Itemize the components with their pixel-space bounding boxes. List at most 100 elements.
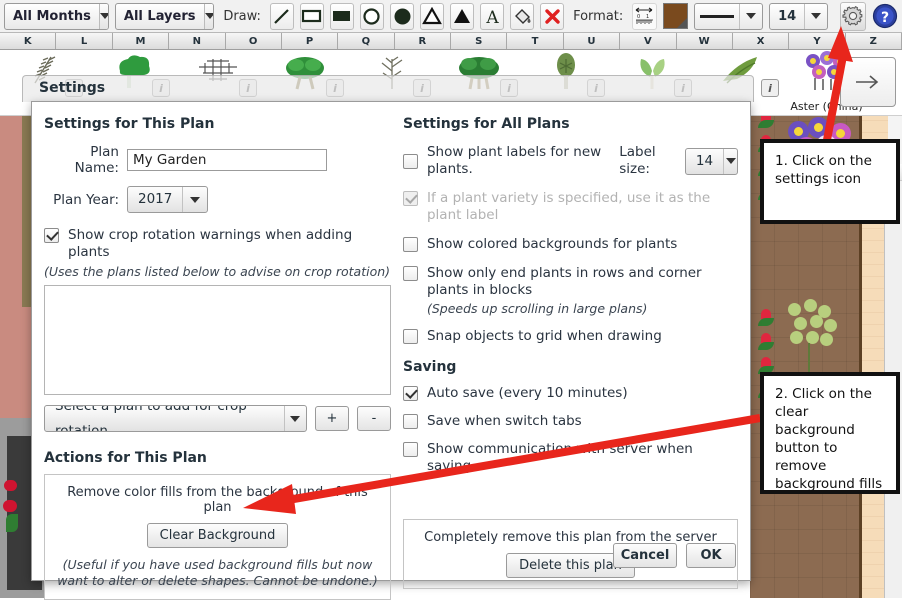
chevron-down-icon	[190, 196, 201, 203]
label-size-arrow[interactable]	[723, 148, 737, 174]
cancel-button[interactable]: Cancel	[613, 543, 677, 568]
ok-button[interactable]: OK	[686, 543, 736, 568]
chevron-down-icon	[725, 158, 736, 164]
fill-bucket-tool-button[interactable]	[510, 2, 535, 30]
show-communication-checkbox[interactable]	[402, 442, 418, 457]
snap-grid-row[interactable]: Snap objects to grid when drawing	[402, 328, 738, 345]
snap-grid-label: Snap objects to grid when drawing	[426, 328, 662, 344]
plan-year-select[interactable]: 2017	[127, 186, 209, 213]
settings-gear-button[interactable]	[840, 1, 866, 31]
svg-text:A: A	[485, 8, 499, 26]
svg-text:0: 0	[637, 14, 640, 20]
garden-planner-app: i i i i i i i	[0, 0, 902, 600]
months-filter-arrow[interactable]	[98, 3, 108, 29]
saving-heading: Saving	[402, 359, 457, 375]
chevron-down-icon	[811, 13, 822, 19]
circle-filled-tool-button[interactable]	[390, 2, 415, 30]
chevron-down-icon	[99, 13, 108, 19]
add-plan-value: Select a plan to add for crop rotation	[55, 405, 247, 432]
ruler-column: Z	[845, 33, 902, 49]
red-flower-cluster	[2, 478, 32, 538]
triangle-outline-tool-button[interactable]	[420, 2, 445, 30]
months-filter-select[interactable]: All Months	[4, 2, 109, 30]
text-a-icon: A	[485, 8, 499, 26]
autosave-label: Auto save (every 10 minutes)	[426, 385, 628, 401]
crop-rotation-checkbox[interactable]	[44, 228, 59, 243]
fill-color-swatch[interactable]	[663, 3, 689, 29]
end-plants-hint: (Speeds up scrolling in large plans)	[426, 301, 648, 316]
show-labels-label: Show plant labels for new plants.	[426, 144, 602, 177]
line-width-arrow[interactable]	[739, 3, 762, 29]
remove-plan-button[interactable]: -	[356, 406, 391, 431]
clear-background-note: (Useful if you have used background fill…	[57, 557, 378, 588]
palette-next-button[interactable]	[840, 57, 896, 107]
crop-rotation-row[interactable]: Show crop rotation warnings when adding …	[44, 227, 391, 261]
clear-background-button[interactable]: Clear Background	[146, 523, 289, 548]
plan-year-row: Plan Year: 2017	[44, 186, 391, 213]
rectangle-outline-tool-button[interactable]	[299, 2, 324, 30]
ruler-column: P	[281, 33, 339, 49]
triangle-filled-tool-button[interactable]	[450, 2, 475, 30]
colored-backgrounds-row[interactable]: Show colored backgrounds for plants	[402, 236, 738, 253]
ruler-column: R	[394, 33, 451, 49]
show-labels-checkbox[interactable]	[402, 154, 418, 169]
chevron-down-icon	[290, 415, 301, 422]
delete-tool-button[interactable]	[540, 2, 565, 30]
line-icon	[274, 8, 290, 24]
ruler-column: V	[620, 33, 677, 49]
show-communication-row[interactable]: Show communication with server when savi…	[402, 441, 738, 475]
plan-year-label: Plan Year:	[53, 191, 119, 208]
circle-outline-icon	[363, 7, 381, 25]
next-page-arrow-icon	[856, 75, 879, 89]
layers-filter-arrow[interactable]	[203, 3, 214, 29]
add-plan-select[interactable]: Select a plan to add for crop rotation	[44, 405, 307, 432]
callout-step-1: 1. Click on the settings icon	[760, 139, 900, 224]
layers-filter-select[interactable]: All Layers	[114, 2, 215, 30]
rectangle-filled-tool-button[interactable]	[329, 2, 354, 30]
autosave-row[interactable]: Auto save (every 10 minutes)	[402, 385, 738, 402]
font-size-arrow[interactable]	[804, 3, 827, 29]
plan-name-label: Plan Name:	[74, 144, 119, 176]
circle-outline-tool-button[interactable]	[359, 2, 384, 30]
settings-dialog-tab: Settings	[22, 75, 754, 102]
ruler-column: T	[507, 33, 564, 49]
save-switch-tabs-row[interactable]: Save when switch tabs	[402, 413, 738, 430]
line-width-select[interactable]	[694, 2, 764, 30]
end-plants-checkbox[interactable]	[402, 266, 418, 281]
dialog-footer: Cancel OK	[613, 543, 736, 568]
font-size-value: 14	[778, 8, 797, 24]
circle-filled-icon	[394, 8, 410, 24]
add-plan-arrow[interactable]	[283, 406, 306, 431]
svg-text:?: ?	[881, 10, 889, 26]
label-size-select[interactable]: 14	[684, 147, 738, 175]
crop-rotation-label: Show crop rotation warnings when adding …	[68, 227, 353, 260]
measure-tool-button[interactable]: 01	[632, 2, 658, 30]
main-toolbar: All Months All Layers Draw: A Format: 0 …	[0, 0, 902, 33]
plan-name-input[interactable]	[127, 149, 327, 171]
callout-step-1-text: 1. Click on the settings icon	[775, 153, 872, 187]
snap-grid-checkbox[interactable]	[402, 329, 418, 344]
ruler-column: Q	[338, 33, 395, 49]
save-switch-tabs-checkbox[interactable]	[402, 414, 418, 429]
autosave-checkbox[interactable]	[402, 386, 418, 401]
show-labels-row[interactable]: Show plant labels for new plants. Label …	[402, 144, 738, 178]
save-switch-tabs-label: Save when switch tabs	[426, 413, 582, 429]
label-size-label: Label size:	[619, 144, 656, 177]
settings-this-plan-heading: Settings for This Plan	[44, 116, 215, 132]
font-size-select[interactable]: 14	[769, 2, 829, 30]
garden-bed-right	[750, 49, 902, 598]
add-plan-button[interactable]: +	[314, 406, 349, 431]
variety-label-row: If a plant variety is specified, use it …	[402, 190, 738, 224]
plan-name-row: Plan Name:	[44, 144, 391, 176]
line-tool-button[interactable]	[269, 2, 294, 30]
text-tool-button[interactable]: A	[480, 2, 505, 30]
plan-year-arrow[interactable]	[182, 187, 207, 212]
crop-rotation-plan-list[interactable]	[44, 285, 391, 395]
variety-label-label: If a plant variety is specified, use it …	[426, 190, 711, 223]
triangle-outline-icon	[422, 7, 442, 25]
plant-info-icon[interactable]: i	[761, 79, 779, 97]
end-plants-row[interactable]: Show only end plants in rows and corner …	[402, 265, 738, 299]
colored-backgrounds-checkbox[interactable]	[402, 237, 418, 252]
colored-backgrounds-label: Show colored backgrounds for plants	[426, 236, 678, 252]
help-button[interactable]: ?	[872, 2, 898, 31]
